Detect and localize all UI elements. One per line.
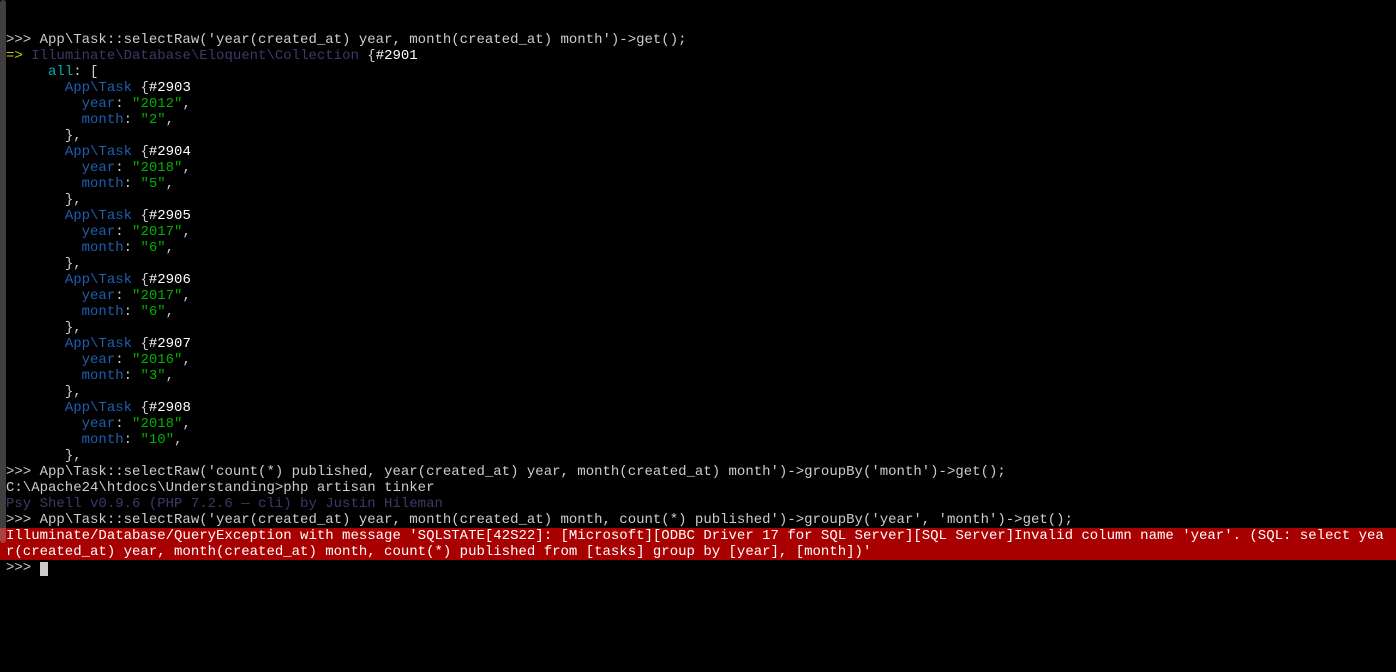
year-value-5: "2018" bbox=[132, 416, 182, 432]
task-id-3: #2906 bbox=[149, 272, 191, 288]
task-month-1: month: "5", bbox=[6, 176, 1390, 192]
task-close-0: }, bbox=[6, 128, 1390, 144]
task-id-1: #2904 bbox=[149, 144, 191, 160]
year-key: year bbox=[82, 352, 116, 368]
command-line-2: >>> App\Task::selectRaw('count(*) publis… bbox=[6, 464, 1390, 480]
all-key: all bbox=[48, 64, 73, 80]
year-value-3: "2017" bbox=[132, 288, 182, 304]
month-value-5: "10" bbox=[140, 432, 174, 448]
task-class: App\Task bbox=[65, 400, 141, 416]
task-year-0: year: "2012", bbox=[6, 96, 1390, 112]
month-key: month bbox=[82, 240, 124, 256]
prompt-line[interactable]: >>> bbox=[6, 560, 1390, 576]
shell-line: C:\Apache24\htdocs\Understanding>php art… bbox=[6, 480, 1390, 496]
task-year-1: year: "2018", bbox=[6, 160, 1390, 176]
task-close-4: }, bbox=[6, 384, 1390, 400]
year-key: year bbox=[82, 288, 116, 304]
task-class: App\Task bbox=[65, 144, 141, 160]
task-open-1: App\Task {#2904 bbox=[6, 144, 1390, 160]
prompt: >>> bbox=[6, 512, 40, 528]
month-value-0: "2" bbox=[140, 112, 165, 128]
task-open-5: App\Task {#2908 bbox=[6, 400, 1390, 416]
month-value-2: "6" bbox=[140, 240, 165, 256]
month-key: month bbox=[82, 112, 124, 128]
task-month-5: month: "10", bbox=[6, 432, 1390, 448]
task-close-3: }, bbox=[6, 320, 1390, 336]
task-year-5: year: "2018", bbox=[6, 416, 1390, 432]
month-value-1: "5" bbox=[140, 176, 165, 192]
collection-id: #2901 bbox=[376, 48, 418, 64]
command-line-3: >>> App\Task::selectRaw('year(created_at… bbox=[6, 512, 1390, 528]
collection-class: Illuminate\Database\Eloquent\Collection bbox=[31, 48, 367, 64]
task-id-2: #2905 bbox=[149, 208, 191, 224]
psy-banner: Psy Shell v0.9.6 (PHP 7.2.6 — cli) by Ju… bbox=[6, 496, 443, 512]
year-value-1: "2018" bbox=[132, 160, 182, 176]
error-message: Illuminate/Database/QueryException with … bbox=[0, 528, 1396, 560]
command-line-1: >>> App\Task::selectRaw('year(created_at… bbox=[6, 32, 1390, 48]
year-value-4: "2016" bbox=[132, 352, 182, 368]
task-close-1: }, bbox=[6, 192, 1390, 208]
task-class: App\Task bbox=[65, 272, 141, 288]
year-key: year bbox=[82, 416, 116, 432]
year-key: year bbox=[82, 160, 116, 176]
task-open-2: App\Task {#2905 bbox=[6, 208, 1390, 224]
month-value-3: "6" bbox=[140, 304, 165, 320]
prompt: >>> bbox=[6, 464, 40, 480]
psy-banner-line: Psy Shell v0.9.6 (PHP 7.2.6 — cli) by Ju… bbox=[6, 496, 1390, 512]
result-open: => Illuminate\Database\Eloquent\Collecti… bbox=[6, 48, 1390, 64]
cursor bbox=[40, 562, 48, 576]
task-month-3: month: "6", bbox=[6, 304, 1390, 320]
task-close-5: }, bbox=[6, 448, 1390, 464]
terminal-viewport[interactable]: >>> App\Task::selectRaw('year(created_at… bbox=[0, 32, 1396, 576]
month-key: month bbox=[82, 304, 124, 320]
task-year-2: year: "2017", bbox=[6, 224, 1390, 240]
command-query-third: App\Task::selectRaw('year(created_at) ye… bbox=[40, 512, 1073, 528]
command-query-first: App\Task::selectRaw('year(created_at) ye… bbox=[40, 32, 687, 48]
task-month-0: month: "2", bbox=[6, 112, 1390, 128]
task-id-5: #2908 bbox=[149, 400, 191, 416]
task-close-2: }, bbox=[6, 256, 1390, 272]
task-class: App\Task bbox=[65, 80, 141, 96]
task-open-4: App\Task {#2907 bbox=[6, 336, 1390, 352]
command-query-second: App\Task::selectRaw('count(*) published,… bbox=[40, 464, 1006, 480]
month-key: month bbox=[82, 432, 124, 448]
prompt: >>> bbox=[6, 32, 40, 48]
month-value-4: "3" bbox=[140, 368, 165, 384]
result-arrow: => bbox=[6, 48, 31, 64]
task-year-4: year: "2016", bbox=[6, 352, 1390, 368]
year-value-0: "2012" bbox=[132, 96, 182, 112]
shell-path: C:\Apache24\htdocs\Understanding> bbox=[6, 480, 283, 496]
task-month-4: month: "3", bbox=[6, 368, 1390, 384]
task-class: App\Task bbox=[65, 208, 141, 224]
task-class: App\Task bbox=[65, 336, 141, 352]
month-key: month bbox=[82, 368, 124, 384]
task-open-3: App\Task {#2906 bbox=[6, 272, 1390, 288]
task-open-0: App\Task {#2903 bbox=[6, 80, 1390, 96]
error-exception-label: Illuminate/Database/QueryException with … bbox=[6, 528, 409, 544]
task-year-3: year: "2017", bbox=[6, 288, 1390, 304]
prompt: >>> bbox=[6, 560, 40, 576]
all-open: all: [ bbox=[6, 64, 1390, 80]
scrollbar-vertical[interactable] bbox=[0, 0, 6, 543]
task-id-4: #2907 bbox=[149, 336, 191, 352]
year-key: year bbox=[82, 96, 116, 112]
year-key: year bbox=[82, 224, 116, 240]
shell-cmd: php artisan tinker bbox=[283, 480, 434, 496]
month-key: month bbox=[82, 176, 124, 192]
task-id-0: #2903 bbox=[149, 80, 191, 96]
year-value-2: "2017" bbox=[132, 224, 182, 240]
task-month-2: month: "6", bbox=[6, 240, 1390, 256]
